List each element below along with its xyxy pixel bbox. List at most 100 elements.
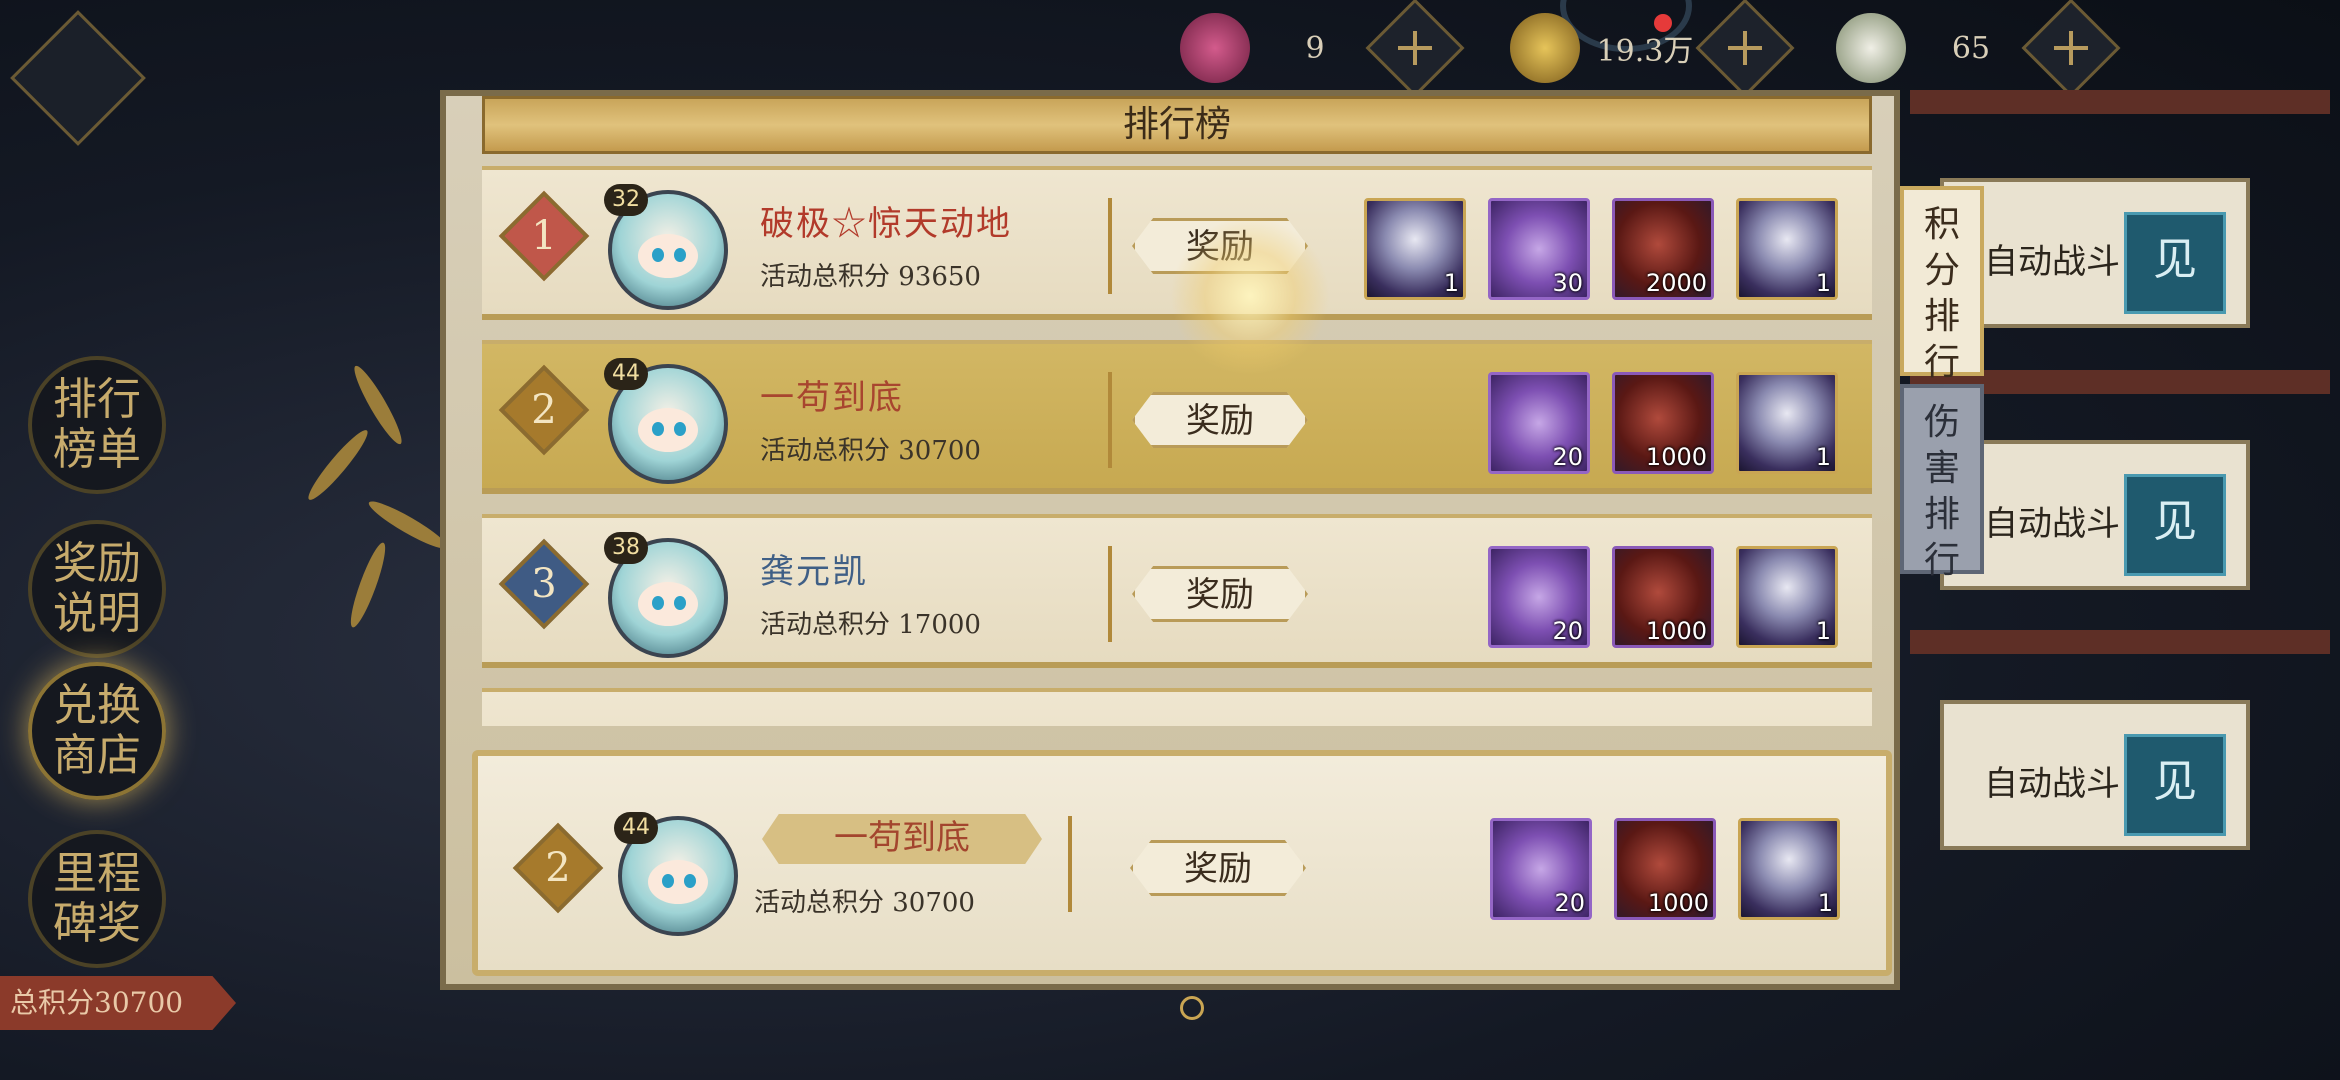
menu-ranking-list[interactable]: 排行 榜单 [28, 356, 166, 494]
home-diamond-icon[interactable] [10, 10, 146, 146]
rank-number: 1 [531, 213, 557, 259]
gold-ingot-icon [1510, 13, 1580, 83]
menu-label: 兑换 商店 [53, 680, 141, 781]
rank-badge: 2 [498, 364, 590, 456]
divider [1108, 198, 1112, 294]
item-count: 1 [1443, 269, 1459, 297]
hero-reward-icon[interactable]: 1 [1364, 198, 1466, 300]
currency-value: 19.3万 [1596, 34, 1694, 69]
player-name: 一苟到底 [760, 378, 904, 418]
ranking-row: 3 38 龚元凯 活动总积分 17000 奖励 20 1000 1 [482, 514, 1872, 668]
orb-reward-icon[interactable]: 2000 [1612, 198, 1714, 300]
player-score: 活动总积分 17000 [760, 610, 981, 640]
potion-reward-icon[interactable]: 20 [1490, 818, 1592, 920]
potion-reward-icon[interactable]: 20 [1488, 546, 1590, 648]
player-score: 活动总积分 30700 [754, 888, 975, 918]
item-count: 1000 [1647, 889, 1709, 917]
tab-label: 伤害排行 [1923, 402, 1960, 581]
player-name: 龚元凯 [760, 552, 868, 592]
item-count: 1 [1815, 443, 1831, 471]
add-currency-button[interactable] [1365, 0, 1465, 98]
item-count: 1000 [1645, 443, 1707, 471]
rank-badge: 3 [498, 538, 590, 630]
orb-reward-icon[interactable]: 1000 [1612, 546, 1714, 648]
auto-battle-panel: 自动战斗 见 [1940, 440, 2250, 590]
player-score: 活动总积分 93650 [760, 262, 981, 292]
item-count: 20 [1554, 889, 1585, 917]
level-badge: 44 [604, 358, 648, 390]
item-count: 30 [1552, 269, 1583, 297]
item-count: 20 [1552, 617, 1583, 645]
hero-reward-icon[interactable]: 1 [1738, 818, 1840, 920]
tab-damage-ranking[interactable]: 伤害排行 [1900, 384, 1984, 581]
rank-number: 2 [545, 845, 571, 891]
item-count: 1000 [1645, 617, 1707, 645]
menu-label: 里程 碑奖 [53, 848, 141, 949]
add-currency-button[interactable] [1695, 0, 1795, 98]
menu-exchange-shop[interactable]: 兑换 商店 [28, 662, 166, 800]
see-button[interactable]: 见 [2124, 474, 2226, 576]
ranking-list[interactable]: 1 32 破极☆惊天动地 活动总积分 93650 奖励 1 30 2000 1 … [482, 166, 1872, 726]
player-name: 破极☆惊天动地 [760, 204, 1012, 244]
player-name: 一苟到底 [762, 814, 1042, 864]
item-count: 1 [1815, 269, 1831, 297]
hero-reward-icon[interactable]: 1 [1736, 546, 1838, 648]
rank-number: 2 [531, 387, 557, 433]
item-count: 2000 [1645, 269, 1707, 297]
reward-button[interactable]: 奖励 [1132, 566, 1308, 622]
rank-badge: 1 [498, 190, 590, 282]
see-button[interactable]: 见 [2124, 212, 2226, 314]
see-button[interactable]: 见 [2124, 734, 2226, 836]
hero-reward-icon[interactable]: 1 [1736, 198, 1838, 300]
rank-number: 3 [531, 561, 557, 607]
potion-reward-icon[interactable]: 30 [1488, 198, 1590, 300]
level-badge: 44 [614, 812, 658, 844]
tab-label: 积分排行 [1923, 204, 1960, 383]
add-currency-button[interactable] [2021, 0, 2121, 98]
auto-battle-panel: 自动战斗 见 [1940, 178, 2250, 328]
my-ranking-row: 2 44 一苟到底 活动总积分 30700 奖励 20 1000 1 [472, 750, 1892, 976]
auto-battle-label: 自动战斗 [1984, 504, 2120, 544]
level-badge: 32 [604, 184, 648, 216]
currency-bun: 65 [1836, 0, 2121, 98]
divider [1068, 816, 1072, 912]
orb-reward-icon[interactable]: 1000 [1614, 818, 1716, 920]
auto-battle-panel: 自动战斗 见 [1940, 700, 2250, 850]
pouch-icon [1180, 13, 1250, 83]
currency-gold: 19.3万 [1510, 0, 1795, 98]
auto-battle-label: 自动战斗 [1984, 242, 2120, 282]
divider [1108, 372, 1112, 468]
shelf-divider [1910, 90, 2330, 114]
menu-milestone-reward[interactable]: 里程 碑奖 [28, 830, 166, 968]
item-count: 20 [1552, 443, 1583, 471]
page-indicator [1180, 996, 1204, 1020]
player-score: 活动总积分 30700 [760, 436, 981, 466]
steamed-bun-icon [1836, 13, 1906, 83]
reward-button[interactable]: 奖励 [1132, 392, 1308, 448]
divider [1108, 546, 1112, 642]
level-badge: 38 [604, 532, 648, 564]
hero-reward-icon[interactable]: 1 [1736, 372, 1838, 474]
auto-battle-label: 自动战斗 [1984, 764, 2120, 804]
currency-value: 65 [1951, 30, 1991, 66]
panel-title: 排行榜 [482, 96, 1872, 154]
item-count: 1 [1817, 889, 1833, 917]
reward-button[interactable]: 奖励 [1130, 840, 1306, 896]
bamboo-leaf-icon [302, 425, 374, 505]
tab-score-ranking[interactable]: 积分排行 [1900, 186, 1984, 383]
bamboo-leaf-icon [345, 539, 391, 631]
tap-glow-effect [1170, 216, 1330, 376]
menu-reward-info[interactable]: 奖励 说明 [28, 520, 166, 658]
ranking-row: 2 44 一苟到底 活动总积分 30700 奖励 20 1000 1 [482, 340, 1872, 494]
ranking-row [482, 688, 1872, 726]
shelf-divider [1910, 630, 2330, 654]
menu-label: 排行 榜单 [53, 374, 141, 475]
potion-reward-icon[interactable]: 20 [1488, 372, 1590, 474]
orb-reward-icon[interactable]: 1000 [1612, 372, 1714, 474]
item-count: 1 [1815, 617, 1831, 645]
currency-pouch: 9 [1180, 0, 1465, 98]
total-score-label: 总积分30700 [0, 976, 236, 1030]
rank-badge: 2 [512, 822, 604, 914]
currency-value: 9 [1305, 30, 1325, 66]
menu-label: 奖励 说明 [53, 538, 141, 639]
